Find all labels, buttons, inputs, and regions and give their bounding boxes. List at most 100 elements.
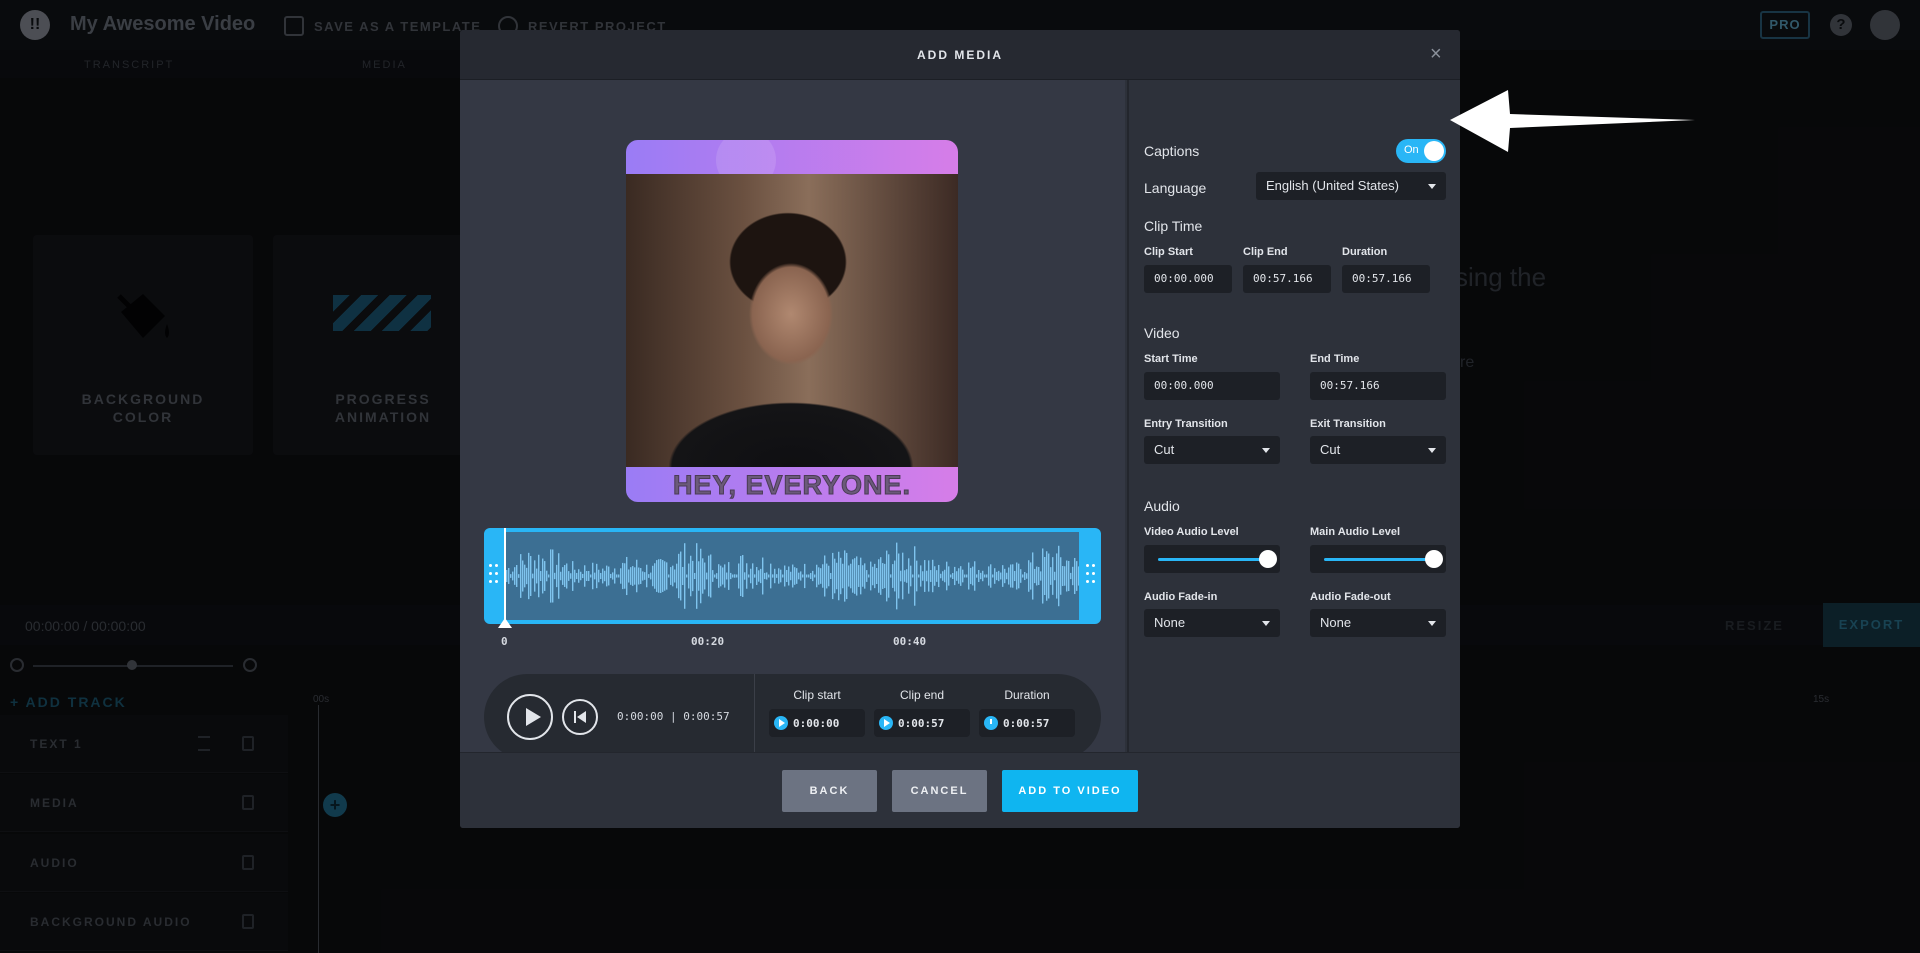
waveform-bar: [1002, 565, 1004, 587]
clip-start-input[interactable]: 00:00.000: [1144, 265, 1232, 293]
waveform-bar: [840, 557, 842, 595]
entry-transition-label: Entry Transition: [1144, 418, 1228, 430]
skip-to-start-button[interactable]: [562, 699, 598, 735]
entry-transition-select[interactable]: Cut: [1144, 436, 1280, 464]
language-select[interactable]: English (United States): [1256, 172, 1446, 200]
waveform-bar: [1018, 563, 1020, 589]
waveform-bar: [910, 565, 912, 587]
waveform-bar: [674, 569, 676, 583]
waveform-bar: [1046, 551, 1048, 601]
waveform-bar: [908, 558, 910, 594]
waveform-bar: [1042, 548, 1044, 604]
exit-transition-select[interactable]: Cut: [1310, 436, 1446, 464]
audio-waveform[interactable]: [506, 532, 1079, 620]
trim-end-handle[interactable]: [1086, 564, 1096, 586]
waveform-bar: [882, 563, 884, 589]
waveform-bar: [778, 568, 780, 584]
add-to-video-button[interactable]: ADD TO VIDEO: [1002, 770, 1138, 812]
waveform-bar: [940, 573, 942, 579]
clip-start-value[interactable]: 0:00:00: [769, 709, 865, 737]
waveform-bar: [736, 574, 738, 578]
set-start-icon[interactable]: [774, 716, 788, 730]
waveform-bar: [708, 555, 710, 597]
waveform-bar: [888, 554, 890, 598]
waveform-bar: [676, 563, 678, 589]
waveform-bar: [806, 574, 808, 578]
waveform-bar: [652, 565, 654, 587]
waveform-bar: [508, 568, 510, 584]
waveform-bar: [742, 555, 744, 597]
waveform-bar: [934, 566, 936, 586]
captions-toggle[interactable]: On: [1396, 139, 1446, 163]
waveform-bar: [984, 574, 986, 578]
waveform-bar: [560, 571, 562, 581]
waveform-bar: [546, 570, 548, 582]
clip-end-value[interactable]: 0:00:57: [874, 709, 970, 737]
slider-knob[interactable]: [1425, 550, 1443, 568]
waveform-bar: [812, 570, 814, 582]
waveform-bar: [946, 561, 948, 591]
waveform-bar: [802, 574, 804, 578]
waveform-tick: 0: [501, 635, 508, 648]
waveform-bar: [570, 573, 572, 579]
fade-out-select[interactable]: None: [1310, 609, 1446, 637]
back-button[interactable]: BACK: [782, 770, 877, 812]
waveform-bar: [534, 560, 536, 592]
set-end-icon[interactable]: [879, 716, 893, 730]
slider-knob[interactable]: [1259, 550, 1277, 568]
waveform-bar: [792, 564, 794, 588]
cancel-button[interactable]: CANCEL: [892, 770, 987, 812]
toggle-knob: [1424, 141, 1444, 161]
waveform-bar: [666, 562, 668, 590]
waveform-bar: [730, 572, 732, 580]
main-audio-level-label: Main Audio Level: [1310, 526, 1401, 538]
waveform-bar: [768, 574, 770, 578]
close-icon[interactable]: ×: [1430, 43, 1442, 66]
main-audio-slider[interactable]: [1310, 545, 1446, 573]
trim-start-handle[interactable]: [489, 564, 499, 586]
waveform-bar: [820, 568, 822, 584]
waveform-bar: [1020, 569, 1022, 583]
end-time-input[interactable]: 00:57.166: [1310, 372, 1446, 400]
waveform-bar: [662, 560, 664, 592]
video-audio-slider[interactable]: [1144, 545, 1280, 573]
waveform-playhead[interactable]: [504, 528, 506, 624]
waveform-bar: [1068, 560, 1070, 592]
toggle-state: On: [1404, 144, 1419, 156]
duration-input[interactable]: 00:57.166: [1342, 265, 1430, 293]
waveform-bar: [986, 574, 988, 578]
waveform-bar: [590, 574, 592, 578]
player-time: 0:00:00 | 0:00:57: [617, 710, 730, 723]
waveform-bar: [746, 563, 748, 589]
waveform-bar: [586, 571, 588, 581]
waveform-bar: [1028, 560, 1030, 592]
waveform-bar: [1076, 561, 1078, 591]
waveform-bar: [740, 555, 742, 597]
waveform-bar: [960, 566, 962, 586]
language-label: Language: [1144, 180, 1207, 196]
waveform-bar: [842, 563, 844, 589]
video-preview[interactable]: HEY, EVERYONE.: [626, 140, 958, 502]
waveform-trimmer[interactable]: [484, 528, 1101, 628]
waveform-bar: [710, 554, 712, 598]
waveform-bar: [866, 570, 868, 582]
waveform-bar: [1032, 552, 1034, 600]
play-button[interactable]: [507, 694, 553, 740]
waveform-bar: [744, 572, 746, 580]
fade-in-select[interactable]: None: [1144, 609, 1280, 637]
waveform-bar: [998, 570, 1000, 582]
waveform-bar: [680, 551, 682, 601]
exit-transition-label: Exit Transition: [1310, 418, 1386, 430]
clip-end-input[interactable]: 00:57.166: [1243, 265, 1331, 293]
duration-value[interactable]: 0:00:57: [979, 709, 1075, 737]
waveform-bar: [594, 572, 596, 580]
playhead-handle-icon[interactable]: [498, 618, 512, 628]
waveform-bar: [890, 574, 892, 578]
player-controls: 0:00:00 | 0:00:57 Clip start 0:00:00 Cli…: [484, 674, 1101, 760]
waveform-bar: [538, 554, 540, 598]
waveform-bar: [836, 562, 838, 590]
start-time-input[interactable]: 00:00.000: [1144, 372, 1280, 400]
waveform-bar: [1078, 566, 1079, 586]
waveform-bar: [868, 574, 870, 578]
waveform-bar: [630, 567, 632, 585]
